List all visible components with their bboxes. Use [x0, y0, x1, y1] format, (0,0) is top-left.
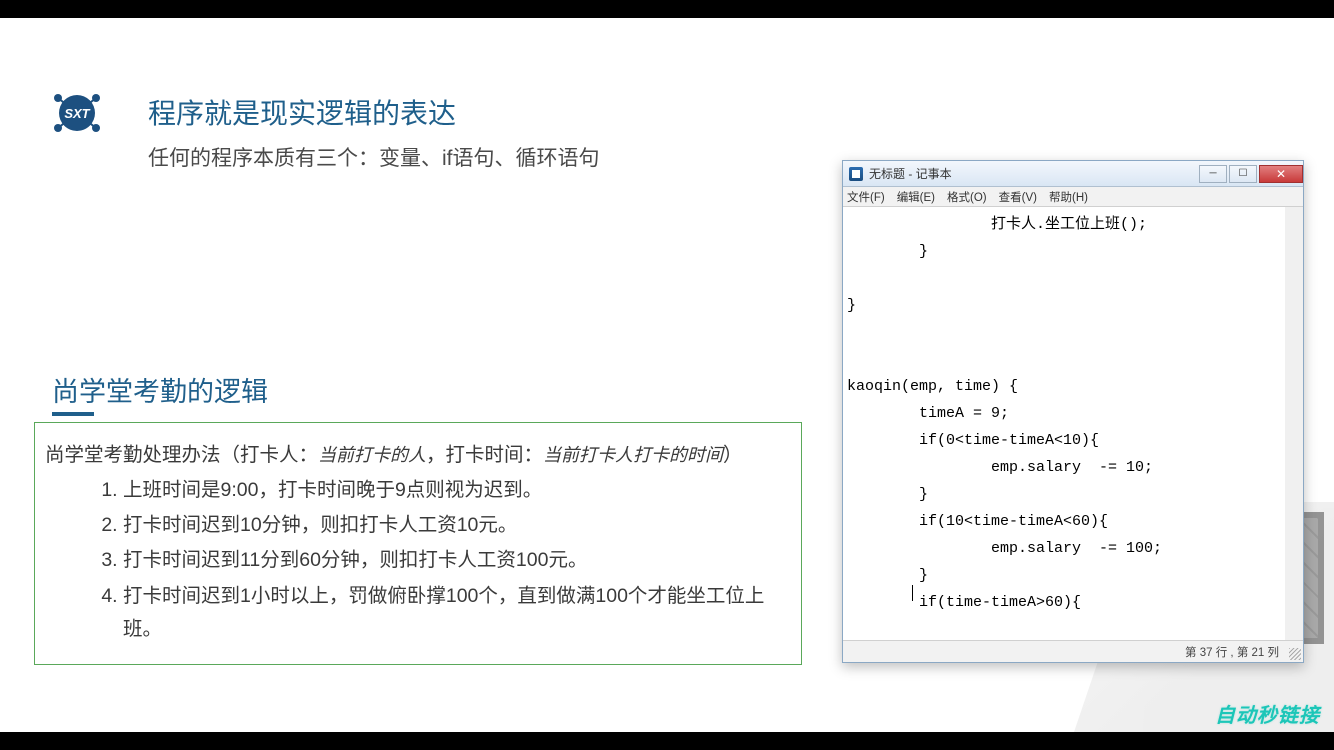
intro-italic1: 当前打卡的人 — [318, 445, 426, 465]
policy-item: 打卡时间迟到11分到60分钟，则扣打卡人工资100元。 — [123, 544, 791, 577]
letterbox-bottom — [0, 732, 1334, 750]
menu-format[interactable]: 格式(O) — [947, 189, 987, 205]
policy-item: 打卡时间迟到1小时以上，罚做俯卧撑100个，直到做满100个才能坐工位上班。 — [123, 580, 791, 646]
intro-mid: ，打卡时间： — [426, 444, 543, 466]
notepad-app-icon — [849, 167, 863, 181]
policy-list: 上班时间是9:00，打卡时间晚于9点则视为迟到。 打卡时间迟到10分钟，则扣打卡… — [45, 474, 791, 646]
notepad-window: 无标题 - 记事本 ─ ☐ ✕ 文件(F) 编辑(E) 格式(O) 查看(V) … — [842, 160, 1304, 663]
close-button[interactable]: ✕ — [1259, 165, 1303, 183]
policy-box: 尚学堂考勤处理办法（打卡人：当前打卡的人，打卡时间：当前打卡人打卡的时间） 上班… — [34, 422, 802, 665]
sxt-logo: SXT — [52, 88, 102, 138]
intro-italic2: 当前打卡人打卡的时间 — [543, 445, 723, 465]
watermark: 自动秒链接 — [1215, 699, 1320, 728]
section-underline — [52, 412, 94, 416]
policy-item: 打卡时间迟到10分钟，则扣打卡人工资10元。 — [123, 509, 791, 542]
section-title: 尚学堂考勤的逻辑 — [52, 370, 268, 409]
minimize-button[interactable]: ─ — [1199, 165, 1227, 183]
notepad-titlebar[interactable]: 无标题 - 记事本 ─ ☐ ✕ — [843, 161, 1303, 187]
maximize-button[interactable]: ☐ — [1229, 165, 1257, 183]
letterbox-top — [0, 0, 1334, 18]
logo-text: SXT — [64, 106, 90, 121]
resize-grip-icon[interactable] — [1289, 648, 1301, 660]
policy-item: 上班时间是9:00，打卡时间晚于9点则视为迟到。 — [123, 474, 791, 507]
menu-file[interactable]: 文件(F) — [847, 189, 885, 205]
cursor-position: 第 37 行 , 第 21 列 — [1185, 644, 1279, 660]
slide: SXT 程序就是现实逻辑的表达 任何的程序本质有三个：变量、if语句、循环语句 … — [0, 18, 1334, 732]
menu-view[interactable]: 查看(V) — [999, 189, 1037, 205]
policy-intro: 尚学堂考勤处理办法（打卡人：当前打卡的人，打卡时间：当前打卡人打卡的时间） — [45, 439, 791, 472]
notepad-statusbar: 第 37 行 , 第 21 列 — [843, 640, 1303, 662]
page-title: 程序就是现实逻辑的表达 — [148, 92, 456, 132]
notepad-caption: 无标题 - 记事本 — [869, 165, 1199, 182]
notepad-menubar: 文件(F) 编辑(E) 格式(O) 查看(V) 帮助(H) — [843, 187, 1303, 207]
intro-prefix: 尚学堂考勤处理办法（打卡人： — [45, 444, 318, 466]
menu-edit[interactable]: 编辑(E) — [897, 189, 935, 205]
intro-suffix: ） — [723, 444, 743, 466]
notepad-textarea[interactable]: 打卡人.坐工位上班(); } } kaoqin(emp, time) { tim… — [843, 207, 1303, 640]
page-subtitle: 任何的程序本质有三个：变量、if语句、循环语句 — [148, 142, 600, 172]
menu-help[interactable]: 帮助(H) — [1049, 189, 1088, 205]
text-caret — [912, 585, 913, 601]
